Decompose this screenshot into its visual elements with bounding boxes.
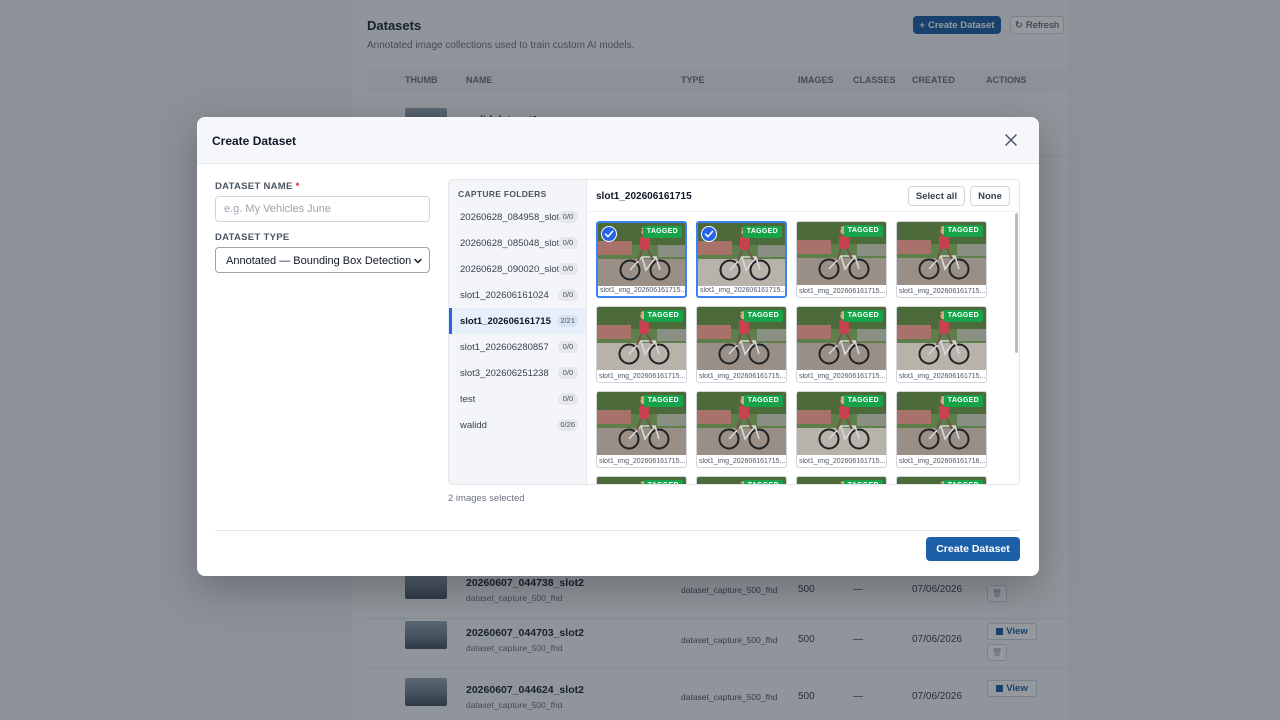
image-thumbnail[interactable]: TAGGED (696, 476, 787, 484)
folder-count-badge: 0/0 (558, 237, 578, 249)
tagged-badge: TAGGED (943, 310, 983, 322)
image-thumbnail[interactable]: TAGGED slot1_img_202606161716... (896, 391, 987, 468)
scrollbar[interactable] (1015, 213, 1018, 353)
dataset-type-value: Annotated — Bounding Box Detection (226, 255, 412, 267)
thumbnail-caption: slot1_img_202606161716... (899, 458, 986, 465)
folder-item[interactable]: test 0/0 (449, 386, 586, 412)
folder-name: slot1_202606161715 (460, 316, 551, 327)
folder-item[interactable]: slot1_202606161715 2/21 (449, 308, 586, 334)
folder-item[interactable]: slot3_202606251238 0/0 (449, 360, 586, 386)
folder-item[interactable]: 20260628_085048_slot1 0/0 (449, 230, 586, 256)
tagged-badge: TAGGED (843, 310, 883, 322)
folder-name: slot1_202606161024 (460, 290, 549, 301)
image-thumbnail[interactable]: TAGGED slot1_img_202606161715... (696, 306, 787, 383)
folder-count-badge: 0/0 (558, 393, 578, 405)
tagged-badge: TAGGED (643, 310, 683, 322)
image-thumbnail[interactable]: TAGGED slot1_img_202606161715... (696, 221, 787, 298)
image-picker: CAPTURE FOLDERS 20260628_084958_slot1 0/0… (448, 179, 1020, 485)
folder-item[interactable]: slot1_202606161024 0/0 (449, 282, 586, 308)
thumbnail-caption: slot1_img_202606161715... (799, 373, 886, 380)
dataset-name-label: DATASET NAME * (215, 181, 300, 192)
folder-item[interactable]: walidd 0/26 (449, 412, 586, 438)
current-folder-title: slot1_202606161715 (596, 191, 692, 202)
image-thumbnail[interactable]: TAGGED slot1_img_202606161715... (596, 221, 687, 298)
thumbnail-caption: slot1_img_202606161715... (799, 288, 886, 295)
folder-count-badge: 2/21 (557, 315, 578, 327)
capture-folders-panel: CAPTURE FOLDERS 20260628_084958_slot1 0/0… (449, 180, 587, 484)
tagged-badge: TAGGED (843, 480, 883, 484)
image-thumbnail[interactable]: TAGGED slot1_img_202606161715... (896, 221, 987, 298)
folder-item[interactable]: 20260628_084958_slot1 0/0 (449, 204, 586, 230)
folder-name: 20260628_090020_slot1 (460, 264, 565, 275)
dataset-name-input[interactable] (215, 196, 430, 222)
select-all-button[interactable]: Select all (908, 186, 965, 206)
image-thumbnail[interactable]: TAGGED slot1_img_202606161715... (696, 391, 787, 468)
check-icon (601, 226, 617, 242)
tagged-badge: TAGGED (643, 395, 683, 407)
folder-name: 20260628_085048_slot1 (460, 238, 565, 249)
tagged-badge: TAGGED (642, 226, 682, 238)
tagged-badge: TAGGED (843, 395, 883, 407)
folder-name: 20260628_084958_slot1 (460, 212, 565, 223)
thumbnail-caption: slot1_img_202606161715... (799, 458, 886, 465)
image-thumbnail[interactable]: TAGGED (896, 476, 987, 484)
tagged-badge: TAGGED (743, 480, 783, 484)
image-thumbnail[interactable]: TAGGED slot1_img_202606161715... (596, 306, 687, 383)
select-none-button[interactable]: None (970, 186, 1010, 206)
tagged-badge: TAGGED (743, 395, 783, 407)
dataset-type-select[interactable]: Annotated — Bounding Box Detection (215, 247, 430, 273)
folder-name: walidd (460, 420, 487, 431)
selected-count: 2 images selected (448, 493, 525, 504)
folder-count-badge: 0/0 (558, 341, 578, 353)
thumbnail-caption: slot1_img_202606161715... (599, 458, 686, 465)
tagged-badge: TAGGED (743, 310, 783, 322)
thumbnail-caption: slot1_img_202606161715... (899, 373, 986, 380)
folder-item[interactable]: slot1_202606280857 0/0 (449, 334, 586, 360)
folder-count-badge: 0/0 (558, 211, 578, 223)
folder-count-badge: 0/26 (557, 419, 578, 431)
image-thumbnail[interactable]: TAGGED slot1_img_202606161715... (596, 391, 687, 468)
create-dataset-modal: Create Dataset DATASET NAME * DATASET TY… (197, 117, 1039, 576)
tagged-badge: TAGGED (742, 226, 782, 238)
tagged-badge: TAGGED (943, 395, 983, 407)
tagged-badge: TAGGED (643, 480, 683, 484)
tagged-badge: TAGGED (943, 225, 983, 237)
tagged-badge: TAGGED (843, 225, 883, 237)
folder-name: slot3_202606251238 (460, 368, 549, 379)
folder-name: slot1_202606280857 (460, 342, 549, 353)
panel-divider (587, 211, 1019, 212)
thumbnail-caption: slot1_img_202606161715... (700, 287, 787, 294)
image-thumbnail[interactable]: TAGGED slot1_img_202606161715... (796, 221, 887, 298)
folder-count-badge: 0/0 (558, 367, 578, 379)
thumbnail-caption: slot1_img_202606161715... (599, 373, 686, 380)
close-icon[interactable] (1003, 132, 1019, 148)
required-marker: * (295, 181, 300, 192)
folder-count-badge: 0/0 (558, 263, 578, 275)
images-panel: slot1_202606161715 Select all None TAGGE… (587, 180, 1019, 484)
thumbnail-caption: slot1_img_202606161715... (600, 287, 687, 294)
create-dataset-submit-button[interactable]: Create Dataset (926, 537, 1020, 561)
footer-divider (215, 530, 1020, 531)
image-thumbnail[interactable]: TAGGED slot1_img_202606161715... (796, 391, 887, 468)
check-icon (701, 226, 717, 242)
thumbnail-caption: slot1_img_202606161715... (699, 373, 786, 380)
modal-header: Create Dataset (197, 117, 1039, 164)
folder-name: test (460, 394, 476, 405)
thumbnail-caption: slot1_img_202606161715... (699, 458, 786, 465)
image-thumbnail[interactable]: TAGGED slot1_img_202606161715... (896, 306, 987, 383)
tagged-badge: TAGGED (943, 480, 983, 484)
chevron-down-icon (414, 258, 422, 264)
thumbnail-caption: slot1_img_202606161715... (899, 288, 986, 295)
modal-title: Create Dataset (212, 134, 297, 148)
dataset-type-label: DATASET TYPE (215, 232, 290, 243)
image-thumbnail[interactable]: TAGGED slot1_img_202606161715... (796, 306, 887, 383)
capture-folders-title: CAPTURE FOLDERS (458, 189, 547, 199)
folder-item[interactable]: 20260628_090020_slot1 0/0 (449, 256, 586, 282)
folder-count-badge: 0/0 (558, 289, 578, 301)
image-thumbnail[interactable]: TAGGED (596, 476, 687, 484)
image-thumbnail[interactable]: TAGGED (796, 476, 887, 484)
